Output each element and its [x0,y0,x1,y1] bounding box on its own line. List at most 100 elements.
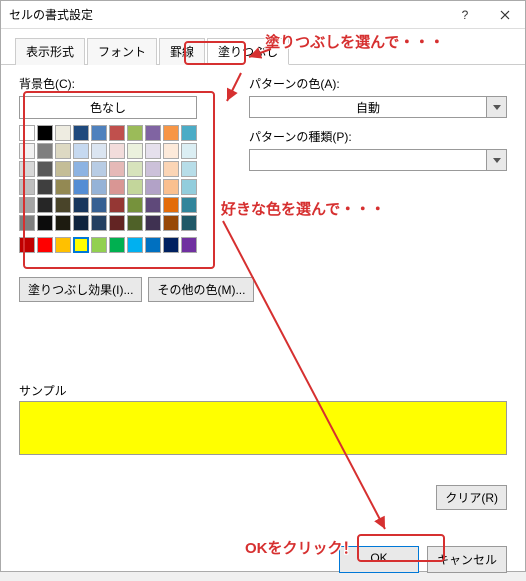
color-swatch[interactable] [91,197,107,213]
color-swatch[interactable] [181,125,197,141]
color-swatch[interactable] [163,161,179,177]
color-swatch[interactable] [37,125,53,141]
color-swatch[interactable] [55,143,71,159]
pattern-type-value [249,149,487,171]
color-swatch[interactable] [55,237,71,253]
color-swatch[interactable] [181,161,197,177]
ok-button[interactable]: OK [339,546,419,573]
color-swatch[interactable] [109,237,125,253]
color-swatch[interactable] [37,237,53,253]
color-swatch[interactable] [37,197,53,213]
fill-effects-button[interactable]: 塗りつぶし効果(I)... [19,277,142,302]
color-grid-standard [19,237,219,253]
color-swatch[interactable] [73,179,89,195]
dialog-title: セルの書式設定 [9,6,93,23]
color-swatch[interactable] [91,237,107,253]
color-swatch[interactable] [73,197,89,213]
pattern-color-label: パターンの色(A): [249,75,507,92]
close-icon [500,10,510,20]
titlebar: セルの書式設定 ? [1,1,525,29]
close-button[interactable] [485,1,525,29]
color-swatch[interactable] [19,179,35,195]
color-swatch[interactable] [127,143,143,159]
pattern-color-dropdown[interactable]: 自動 [249,96,507,118]
color-swatch[interactable] [109,125,125,141]
color-swatch[interactable] [181,237,197,253]
color-swatch[interactable] [73,161,89,177]
color-swatch[interactable] [55,215,71,231]
color-swatch[interactable] [163,143,179,159]
color-swatch[interactable] [19,197,35,213]
sample-label: サンプル [19,382,507,399]
bgcolor-label: 背景色(C): [19,75,219,92]
color-swatch[interactable] [181,143,197,159]
color-swatch[interactable] [127,197,143,213]
color-swatch[interactable] [109,179,125,195]
color-swatch[interactable] [55,197,71,213]
color-swatch[interactable] [163,215,179,231]
color-swatch[interactable] [37,161,53,177]
pattern-type-label: パターンの種類(P): [249,128,507,145]
color-swatch[interactable] [55,179,71,195]
tab-border[interactable]: 罫線 [159,38,205,65]
help-button[interactable]: ? [445,1,485,29]
color-swatch[interactable] [163,125,179,141]
tab-format[interactable]: 表示形式 [15,38,85,65]
color-swatch[interactable] [19,143,35,159]
color-swatch[interactable] [127,125,143,141]
color-swatch[interactable] [109,197,125,213]
color-swatch[interactable] [181,197,197,213]
color-swatch[interactable] [145,237,161,253]
chevron-down-icon [493,158,501,163]
color-swatch[interactable] [37,143,53,159]
tab-bar: 表示形式 フォント 罫線 塗りつぶし [1,29,525,65]
color-swatch[interactable] [127,237,143,253]
color-swatch[interactable] [73,215,89,231]
color-swatch[interactable] [37,215,53,231]
color-swatch[interactable] [163,179,179,195]
color-swatch[interactable] [109,161,125,177]
color-swatch[interactable] [181,215,197,231]
color-swatch[interactable] [109,143,125,159]
color-swatch[interactable] [127,215,143,231]
tab-fill[interactable]: 塗りつぶし [207,38,289,65]
color-swatch[interactable] [145,143,161,159]
color-swatch[interactable] [109,215,125,231]
tab-font[interactable]: フォント [87,38,157,65]
clear-button[interactable]: クリア(R) [436,485,507,510]
color-swatch[interactable] [181,179,197,195]
color-swatch[interactable] [145,197,161,213]
cancel-button[interactable]: キャンセル [427,546,507,573]
no-color-button[interactable]: 色なし [19,96,197,119]
color-swatch[interactable] [91,143,107,159]
color-swatch[interactable] [145,215,161,231]
pattern-type-dropdown[interactable] [249,149,507,171]
pattern-color-chevron[interactable] [487,96,507,118]
color-swatch[interactable] [127,179,143,195]
color-swatch[interactable] [19,237,35,253]
other-colors-button[interactable]: その他の色(M)... [148,277,254,302]
color-swatch[interactable] [91,215,107,231]
color-swatch[interactable] [19,161,35,177]
color-swatch[interactable] [55,161,71,177]
color-swatch[interactable] [91,125,107,141]
color-swatch[interactable] [145,179,161,195]
color-swatch[interactable] [163,197,179,213]
color-swatch[interactable] [145,125,161,141]
color-swatch[interactable] [145,161,161,177]
color-swatch[interactable] [163,237,179,253]
color-swatch[interactable] [55,125,71,141]
sample-preview [19,401,507,455]
color-grid-theme [19,125,219,231]
pattern-color-value: 自動 [249,96,487,118]
color-swatch[interactable] [19,125,35,141]
color-swatch[interactable] [73,237,89,253]
pattern-type-chevron[interactable] [487,149,507,171]
color-swatch[interactable] [91,161,107,177]
color-swatch[interactable] [73,125,89,141]
color-swatch[interactable] [19,215,35,231]
color-swatch[interactable] [37,179,53,195]
color-swatch[interactable] [73,143,89,159]
color-swatch[interactable] [127,161,143,177]
color-swatch[interactable] [91,179,107,195]
